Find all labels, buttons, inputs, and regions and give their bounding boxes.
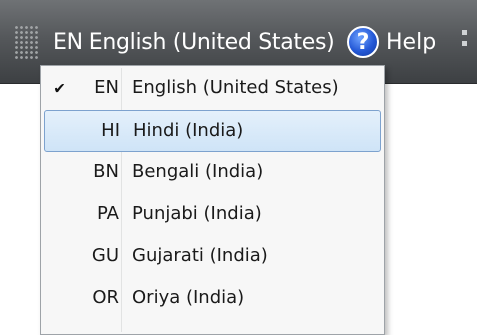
- menu-item-label: Oriya (India): [132, 287, 245, 308]
- help-icon: ?: [347, 26, 379, 58]
- menu-item-code: BN: [93, 161, 119, 182]
- current-language-code: EN: [53, 29, 83, 55]
- options-handle-icon[interactable]: [462, 30, 468, 56]
- menu-item-bn[interactable]: BN Bengali (India): [44, 152, 381, 194]
- menu-item-pa[interactable]: PA Punjabi (India): [44, 194, 381, 236]
- help-button[interactable]: ? Help: [347, 20, 436, 64]
- menu-item-code: PA: [96, 203, 119, 224]
- menu-item-label: Gujarati (India): [132, 245, 268, 266]
- language-menu: ✔ EN English (United States) HI Hindi (I…: [40, 65, 385, 335]
- menu-item-or[interactable]: OR Oriya (India): [44, 278, 381, 320]
- current-language-name: English (United States): [88, 29, 335, 55]
- menu-item-code: EN: [94, 77, 119, 98]
- menu-item-label: Hindi (India): [133, 120, 244, 141]
- menu-item-gu[interactable]: GU Gujarati (India): [44, 236, 381, 278]
- menu-item-label: English (United States): [132, 77, 339, 98]
- help-label: Help: [386, 29, 437, 55]
- menu-item-code: OR: [92, 287, 119, 308]
- menu-item-hi[interactable]: HI Hindi (India): [44, 110, 381, 152]
- menu-item-label: Bengali (India): [132, 161, 264, 182]
- menu-item-label: Punjabi (India): [132, 203, 262, 224]
- menu-item-code: GU: [91, 245, 119, 266]
- checkmark-icon: ✔: [53, 80, 66, 98]
- drag-grip-icon[interactable]: [14, 25, 40, 59]
- menu-item-en[interactable]: ✔ EN English (United States): [44, 68, 381, 110]
- input-language-button[interactable]: EN English (United States): [53, 20, 335, 64]
- menu-item-code: HI: [101, 120, 120, 141]
